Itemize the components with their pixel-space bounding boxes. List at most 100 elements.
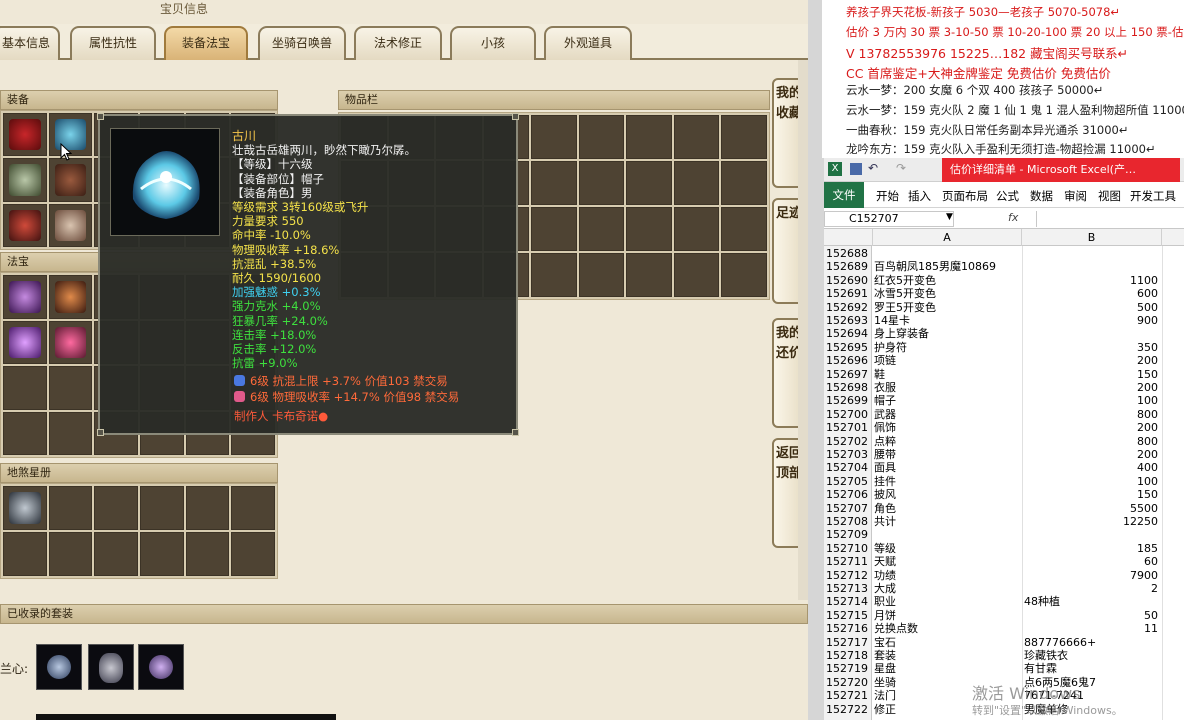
cell-a[interactable]: 星盘 bbox=[874, 662, 1020, 675]
fabao-slot[interactable] bbox=[48, 366, 93, 410]
cell-a[interactable]: 腰带 bbox=[874, 448, 1020, 461]
inventory-slot[interactable] bbox=[578, 161, 625, 205]
cell-b-value[interactable]: 2 bbox=[1024, 582, 1158, 595]
cell-a[interactable]: 冰雪5开变色 bbox=[874, 287, 1020, 300]
cell-b-value[interactable]: 60 bbox=[1024, 555, 1158, 568]
row-number[interactable]: 152693 bbox=[826, 314, 870, 327]
table-row[interactable]: 152710 等级 185 bbox=[824, 542, 1184, 555]
cell-a[interactable]: 衣服 bbox=[874, 381, 1020, 394]
star-slot[interactable] bbox=[48, 532, 93, 576]
star-slot[interactable] bbox=[140, 532, 184, 576]
row-number[interactable]: 152700 bbox=[826, 408, 870, 421]
inventory-slot[interactable] bbox=[721, 115, 767, 159]
cell-b-value[interactable]: 12250 bbox=[1024, 515, 1158, 528]
cell-b-value[interactable]: 185 bbox=[1024, 542, 1158, 555]
cell-b-value[interactable]: 200 bbox=[1024, 421, 1158, 434]
equip-slot-weapon[interactable] bbox=[3, 158, 47, 202]
col-header-b[interactable]: B bbox=[1022, 229, 1162, 246]
cell-b[interactable]: 有甘霖 bbox=[1024, 662, 1158, 675]
table-row[interactable]: 152702 点粹 800 bbox=[824, 435, 1184, 448]
row-number[interactable]: 152707 bbox=[826, 502, 870, 515]
inventory-slot[interactable] bbox=[673, 161, 720, 205]
row-number[interactable]: 152698 bbox=[826, 381, 870, 394]
col-header-a[interactable]: A bbox=[872, 229, 1022, 246]
row-number[interactable]: 152689 bbox=[826, 260, 870, 273]
row-number[interactable]: 152703 bbox=[826, 448, 870, 461]
table-row[interactable]: 152698 衣服 200 bbox=[824, 381, 1184, 394]
menu-data[interactable]: 数据 bbox=[1030, 188, 1053, 204]
row-number[interactable]: 152690 bbox=[826, 274, 870, 287]
cell-b[interactable]: 48种植 bbox=[1024, 595, 1158, 608]
equip-slot-boots[interactable] bbox=[48, 203, 93, 247]
formula-input[interactable] bbox=[1036, 211, 1184, 227]
cell-b-value[interactable]: 100 bbox=[1024, 475, 1158, 488]
row-number[interactable]: 152719 bbox=[826, 662, 870, 675]
table-row[interactable]: 152701 佩饰 200 bbox=[824, 421, 1184, 434]
cell-a[interactable]: 职业 bbox=[874, 595, 1020, 608]
menu-insert[interactable]: 插入 bbox=[908, 188, 931, 204]
table-row[interactable]: 152706 披风 150 bbox=[824, 488, 1184, 501]
cell-b[interactable]: 887776666+ bbox=[1024, 636, 1158, 649]
table-row[interactable]: 152719 星盘 有甘霖 bbox=[824, 662, 1184, 675]
dropdown-icon[interactable]: ▼ bbox=[946, 212, 953, 222]
fabao-slot[interactable] bbox=[3, 275, 47, 319]
cell-a[interactable]: 月饼 bbox=[874, 609, 1020, 622]
cell-a[interactable]: 面具 bbox=[874, 461, 1020, 474]
cell-b-value[interactable]: 900 bbox=[1024, 314, 1158, 327]
table-row[interactable]: 152713 大成 2 bbox=[824, 582, 1184, 595]
cell-a[interactable]: 挂件 bbox=[874, 475, 1020, 488]
row-number[interactable]: 152711 bbox=[826, 555, 870, 568]
table-row[interactable]: 152708 共计 12250 bbox=[824, 515, 1184, 528]
cell-b-value[interactable]: 150 bbox=[1024, 488, 1158, 501]
cell-b-value[interactable]: 800 bbox=[1024, 408, 1158, 421]
cell-a[interactable]: 功绩 bbox=[874, 569, 1020, 582]
table-row[interactable]: 152690 红衣5开变色 1100 bbox=[824, 274, 1184, 287]
menu-review[interactable]: 审阅 bbox=[1064, 188, 1087, 204]
cell-a[interactable]: 鞋 bbox=[874, 368, 1020, 381]
cell-b-value[interactable]: 150 bbox=[1024, 368, 1158, 381]
undo-icon[interactable]: ↶ bbox=[868, 161, 878, 175]
star-slot[interactable] bbox=[48, 486, 93, 530]
table-row[interactable]: 152718 套装 珍藏铁衣 bbox=[824, 649, 1184, 662]
tab-spells[interactable]: 法术修正 bbox=[354, 26, 442, 60]
table-row[interactable]: 152692 罗王5开变色 500 bbox=[824, 301, 1184, 314]
inventory-slot[interactable] bbox=[531, 207, 577, 251]
row-number[interactable]: 152714 bbox=[826, 595, 870, 608]
cell-a[interactable]: 14星卡 bbox=[874, 314, 1020, 327]
tab-child[interactable]: 小孩 bbox=[450, 26, 536, 60]
set-item-3[interactable] bbox=[138, 644, 184, 690]
cell-b-value[interactable]: 200 bbox=[1024, 381, 1158, 394]
cell-b-value[interactable]: 600 bbox=[1024, 287, 1158, 300]
cell-b-value[interactable]: 200 bbox=[1024, 354, 1158, 367]
cell-a[interactable]: 共计 bbox=[874, 515, 1020, 528]
star-slot[interactable] bbox=[94, 532, 138, 576]
fx-icon[interactable]: fx bbox=[1008, 211, 1018, 224]
file-menu[interactable]: 文件 bbox=[824, 182, 864, 208]
cell-a[interactable]: 套装 bbox=[874, 649, 1020, 662]
row-number[interactable]: 152705 bbox=[826, 475, 870, 488]
cell-a[interactable]: 项链 bbox=[874, 354, 1020, 367]
cell-a[interactable]: 兑换点数 bbox=[874, 622, 1020, 635]
row-number[interactable]: 152709 bbox=[826, 528, 870, 541]
table-row[interactable]: 152699 帽子 100 bbox=[824, 394, 1184, 407]
fabao-slot[interactable] bbox=[3, 411, 47, 455]
star-slot[interactable] bbox=[3, 532, 47, 576]
cell-a[interactable]: 罗王5开变色 bbox=[874, 301, 1020, 314]
star-slot[interactable] bbox=[94, 486, 138, 530]
tab-appearance[interactable]: 外观道具 bbox=[544, 26, 632, 60]
cell-a[interactable]: 武器 bbox=[874, 408, 1020, 421]
cell-b-value[interactable]: 350 bbox=[1024, 341, 1158, 354]
set-item-1[interactable] bbox=[36, 644, 82, 690]
equip-slot-necklace[interactable] bbox=[3, 203, 47, 247]
inventory-slot[interactable] bbox=[578, 115, 625, 159]
inventory-slot[interactable] bbox=[626, 161, 672, 205]
cell-b-value[interactable]: 50 bbox=[1024, 609, 1158, 622]
row-number[interactable]: 152688 bbox=[826, 247, 870, 260]
set-item-2[interactable] bbox=[88, 644, 134, 690]
table-row[interactable]: 152707 角色 5500 bbox=[824, 502, 1184, 515]
row-number[interactable]: 152697 bbox=[826, 368, 870, 381]
row-number[interactable]: 152696 bbox=[826, 354, 870, 367]
row-number[interactable]: 152721 bbox=[826, 689, 870, 702]
cell-b-value[interactable]: 7900 bbox=[1024, 569, 1158, 582]
table-row[interactable]: 152697 鞋 150 bbox=[824, 368, 1184, 381]
